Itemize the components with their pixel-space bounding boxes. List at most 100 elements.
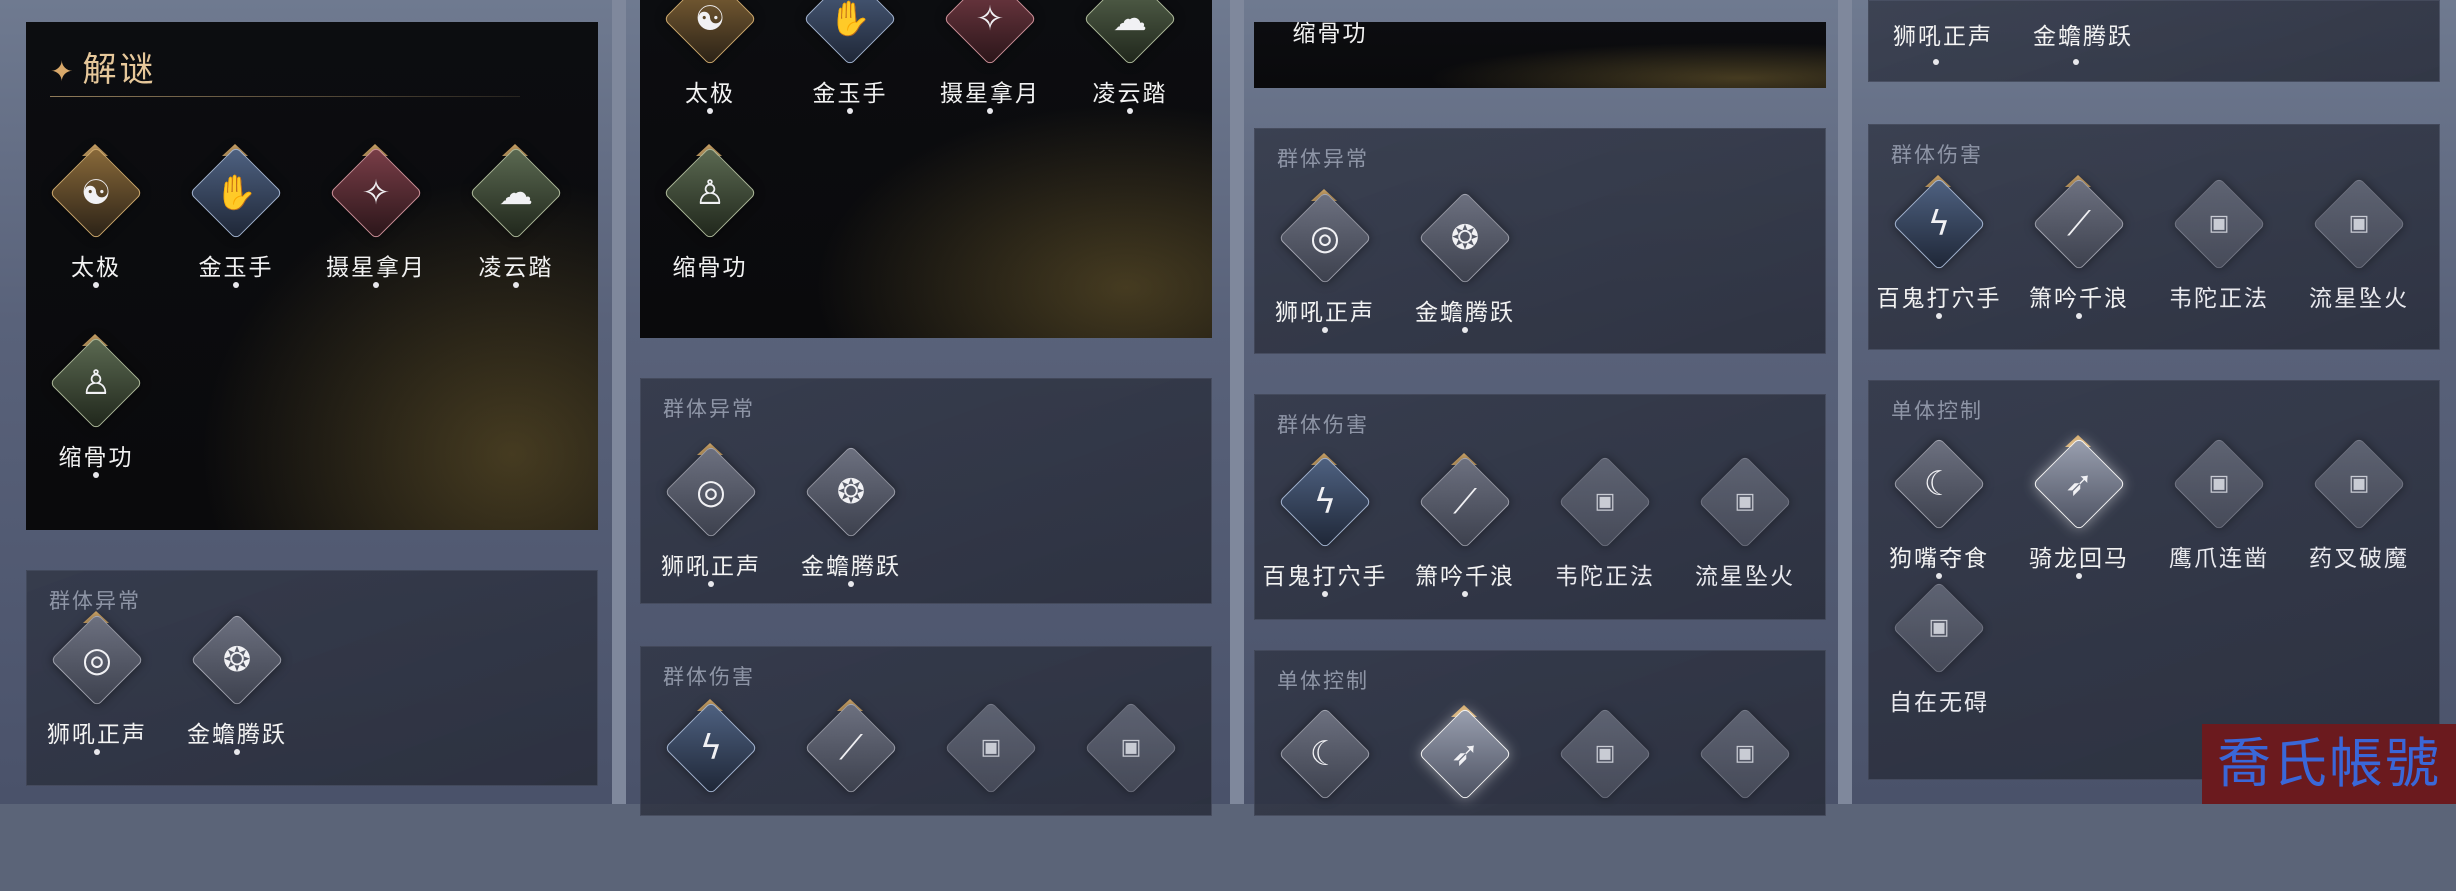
skill-lion-roar[interactable]: ◎ 狮吼正声 xyxy=(1255,185,1395,375)
dragon-return-icon: ➶ xyxy=(2064,464,2094,504)
lock-icon: ▣ xyxy=(1734,489,1756,514)
indicator-dot xyxy=(707,108,713,114)
skill-unhindered[interactable]: ▣ 自在无碍 xyxy=(1869,575,2009,765)
skill-label: 缩骨功 xyxy=(1292,21,1368,47)
hundred-ghost-icon: ϟ xyxy=(699,728,723,768)
lock-icon: ▣ xyxy=(2208,211,2230,236)
skill-dog-snatch[interactable]: ☾ xyxy=(1255,701,1395,891)
section-title: 群体伤害 xyxy=(1891,143,1983,167)
skill-hundred-ghost[interactable]: ϟ 百鬼打穴手 xyxy=(1255,449,1395,639)
indicator-dot xyxy=(234,749,240,755)
skill-yaksha-break[interactable]: ▣ xyxy=(1675,701,1815,891)
section-title: 群体异常 xyxy=(1277,147,1369,171)
skill-label: 金蟾腾跃 xyxy=(1415,300,1515,326)
skill-label: 太极 xyxy=(71,255,121,281)
group-damage-panel: 群体伤害 ϟ ⟋ ▣ ▣ xyxy=(640,646,1212,816)
group-status-panel: 狮吼正声 金蟾腾跃 xyxy=(1868,0,2440,82)
skill-taiji[interactable]: ☯ 太极 xyxy=(640,0,780,156)
skill-weituo[interactable]: ▣ xyxy=(921,695,1061,885)
indicator-dot xyxy=(848,581,854,587)
indicator-dot xyxy=(708,581,714,587)
skill-golden-hand[interactable]: ✋ 金玉手 xyxy=(780,0,920,156)
skill-meteor-fire[interactable]: ▣ 流星坠火 xyxy=(2289,171,2429,361)
skill-weituo[interactable]: ▣ 韦陀正法 xyxy=(1535,449,1675,639)
lock-icon: ▣ xyxy=(2348,211,2370,236)
section-title: 单体控制 xyxy=(1277,669,1369,693)
toad-leap-icon: ❂ xyxy=(222,640,252,680)
section-title: 群体伤害 xyxy=(663,665,755,689)
indicator-dot xyxy=(2073,59,2079,65)
skill-hundred-ghost[interactable]: ϟ 百鬼打穴手 xyxy=(1869,171,2009,361)
skill-label: 摄星拿月 xyxy=(940,81,1040,107)
skill-label: 药叉破魔 xyxy=(2309,546,2409,572)
skill-label: 狮吼正声 xyxy=(1275,300,1375,326)
indicator-dot xyxy=(987,108,993,114)
taiji-icon: ☯ xyxy=(694,0,726,39)
skill-hundred-ghost[interactable]: ϟ xyxy=(641,695,781,885)
skill-label: 韦陀正法 xyxy=(1555,564,1655,590)
skill-cloud-step[interactable]: ☁ 凌云踏 xyxy=(1060,0,1200,156)
skill-weituo[interactable]: ▣ 韦陀正法 xyxy=(2149,171,2289,361)
skill-golden-hand[interactable]: ✋ 金玉手 xyxy=(166,140,306,330)
column-divider xyxy=(1230,0,1244,804)
skill-meteor-fire[interactable]: ▣ xyxy=(1061,695,1201,885)
skill-label: 金蟾腾跃 xyxy=(2033,24,2133,50)
toad-leap-icon: ❂ xyxy=(1450,218,1480,258)
section-title: 群体伤害 xyxy=(1277,413,1369,437)
skill-toad-leap[interactable]: ❂ 金蟾腾跃 xyxy=(167,607,307,797)
skill-lion-roar[interactable]: ◎ 狮吼正声 xyxy=(27,607,167,797)
skill-eagle-claw[interactable]: ▣ xyxy=(1535,701,1675,891)
skill-label: 太极 xyxy=(685,81,735,107)
skill-label: 金玉手 xyxy=(812,81,888,107)
lion-roar-icon: ◎ xyxy=(1310,218,1340,258)
skill-flute-waves[interactable]: ⟋ 箫吟千浪 xyxy=(1395,449,1535,639)
group-damage-panel: 群体伤害 ϟ 百鬼打穴手 ⟋ 箫吟千浪 ▣ 韦陀正法 ▣ 流星坠火 xyxy=(1868,124,2440,350)
column-divider xyxy=(1838,0,1852,804)
single-control-panel: 单体控制 ☾ 狗嘴夺食 ➶ 骑龙回马 ▣ 鹰爪连凿 ▣ 药叉破魔 ▣ 自在无碍 xyxy=(1868,380,2440,780)
indicator-dot xyxy=(1462,327,1468,333)
indicator-dot xyxy=(1936,313,1942,319)
skill-label: 流星坠火 xyxy=(1695,564,1795,590)
indicator-dot xyxy=(373,282,379,288)
lion-roar-icon: ◎ xyxy=(82,640,112,680)
indicator-dot xyxy=(2076,573,2082,579)
skill-label: 狮吼正声 xyxy=(47,722,147,748)
skill-bone-shrink[interactable]: ♙ 缩骨功 xyxy=(640,140,780,330)
lock-icon: ▣ xyxy=(1594,741,1616,766)
skill-star-grab[interactable]: ✧ 摄星拿月 xyxy=(306,140,446,330)
cloud-step-icon: ☁ xyxy=(1113,0,1147,39)
skill-flute-waves[interactable]: ⟋ xyxy=(781,695,921,885)
column-divider xyxy=(612,0,626,804)
lock-icon: ▣ xyxy=(1594,489,1616,514)
skill-dragon-return[interactable]: ➶ 骑龙回马 xyxy=(2009,431,2149,621)
dog-snatch-icon: ☾ xyxy=(1923,464,1955,504)
toad-leap-icon: ❂ xyxy=(836,472,866,512)
skill-bone-shrink[interactable]: ♙ 缩骨功 xyxy=(26,330,166,520)
indicator-dot xyxy=(2076,313,2082,319)
skill-label: 金蟾腾跃 xyxy=(187,722,287,748)
skill-lion-roar[interactable]: ◎ 狮吼正声 xyxy=(641,439,781,629)
skill-yaksha-break[interactable]: ▣ 药叉破魔 xyxy=(2289,431,2429,621)
skill-toad-leap[interactable]: ❂ 金蟾腾跃 xyxy=(1395,185,1535,375)
lock-icon: ▣ xyxy=(1734,741,1756,766)
skill-label: 金玉手 xyxy=(198,255,274,281)
skill-label: 狗嘴夺食 xyxy=(1889,546,1989,572)
skill-toad-leap[interactable]: ❂ 金蟾腾跃 xyxy=(781,439,921,629)
skill-label: 百鬼打穴手 xyxy=(1876,286,2002,312)
dog-snatch-icon: ☾ xyxy=(1309,734,1341,774)
skill-label: 箫吟千浪 xyxy=(2029,286,2129,312)
group-status-panel: 群体异常 ◎ 狮吼正声 ❂ 金蟾腾跃 xyxy=(640,378,1212,604)
indicator-dot xyxy=(93,472,99,478)
skill-dragon-return[interactable]: ➶ xyxy=(1395,701,1535,891)
skill-cloud-step[interactable]: ☁ 凌云踏 xyxy=(446,140,586,330)
skill-star-grab[interactable]: ✧ 摄星拿月 xyxy=(920,0,1060,156)
skill-taiji[interactable]: ☯ 太极 xyxy=(26,140,166,330)
flute-waves-icon: ⟋ xyxy=(1453,482,1477,522)
watermark: 喬氏帳號 xyxy=(2202,724,2456,804)
skill-meteor-fire[interactable]: ▣ 流星坠火 xyxy=(1675,449,1815,639)
skill-eagle-claw[interactable]: ▣ 鹰爪连凿 xyxy=(2149,431,2289,621)
skill-label: 金蟾腾跃 xyxy=(801,554,901,580)
skill-flute-waves[interactable]: ⟋ 箫吟千浪 xyxy=(2009,171,2149,361)
indicator-dot xyxy=(233,282,239,288)
skill-label: 韦陀正法 xyxy=(2169,286,2269,312)
